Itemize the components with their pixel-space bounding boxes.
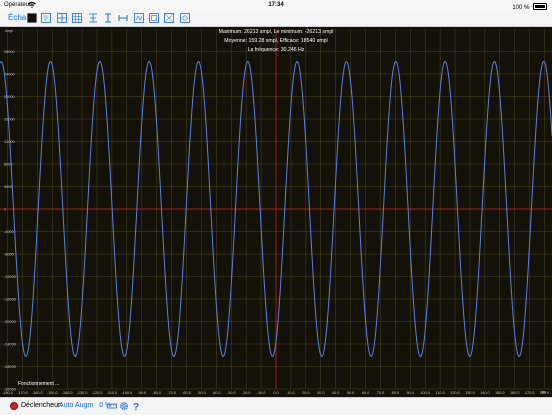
x-tick-label: 120.0 bbox=[450, 391, 460, 395]
x-tick-label: -100.0 bbox=[121, 391, 132, 395]
measure-button[interactable] bbox=[134, 13, 144, 23]
status-text: Fonctionnement ... bbox=[18, 381, 59, 387]
x-tick-label: -20.0 bbox=[242, 391, 251, 395]
grid-button[interactable] bbox=[57, 13, 67, 23]
stats-line-2: Moyenne: 159.28 smpl, Efficace: 18540 sm… bbox=[224, 38, 327, 44]
toolbar: Écha bbox=[0, 10, 552, 27]
y-tick-label: -32000 bbox=[4, 387, 16, 391]
status-bar: Opérateur 17:34 100 % bbox=[0, 0, 552, 11]
battery-icon bbox=[533, 3, 547, 10]
y-unit-label: smpl bbox=[5, 29, 13, 33]
x-tick-label: -40.0 bbox=[212, 391, 221, 395]
x-tick-label: 20.0 bbox=[302, 391, 309, 395]
x-tick-label: -140.0 bbox=[62, 391, 73, 395]
color-swatch-icon bbox=[27, 13, 37, 23]
frame-icon bbox=[149, 13, 159, 23]
crop-icon bbox=[180, 13, 190, 23]
x-tick-label: -30.0 bbox=[227, 391, 236, 395]
x-tick-label: 50.0 bbox=[347, 391, 354, 395]
y-tick-label: -16000 bbox=[4, 297, 16, 301]
x-tick-label: -90.0 bbox=[137, 391, 146, 395]
trigger-label: Déclencheur: bbox=[21, 402, 63, 409]
x-tick-label: 160.0 bbox=[510, 391, 520, 395]
y-tick-label: 28000 bbox=[4, 50, 15, 54]
x-tick-label: -120.0 bbox=[92, 391, 103, 395]
x-tick-label: -50.0 bbox=[197, 391, 206, 395]
x-tick-label: 10.0 bbox=[287, 391, 294, 395]
cursor-vertical-icon bbox=[103, 13, 113, 23]
x-tick-label: -10.0 bbox=[257, 391, 266, 395]
trigger-mode-button[interactable]: Auto Augm 0 % bbox=[59, 402, 111, 409]
box-button[interactable] bbox=[164, 13, 174, 23]
box-icon bbox=[164, 13, 174, 23]
crop-button[interactable] bbox=[180, 13, 190, 23]
x-tick-label: -150.0 bbox=[47, 391, 58, 395]
y-tick-label: -12000 bbox=[4, 275, 16, 279]
y-tick-label: 16000 bbox=[4, 117, 15, 121]
y-tick-label: -20000 bbox=[4, 320, 16, 324]
x-tick-label: 0.0 bbox=[273, 391, 278, 395]
cursor-vertical-button[interactable] bbox=[103, 13, 113, 23]
gear-icon[interactable] bbox=[119, 401, 129, 411]
x-tick-label: 60.0 bbox=[362, 391, 369, 395]
frame-button[interactable] bbox=[149, 13, 159, 23]
grid-large-button[interactable] bbox=[72, 13, 82, 23]
zoom-fit-icon bbox=[41, 13, 51, 23]
record-stop-button[interactable] bbox=[10, 402, 18, 410]
x-unit-label: ms bbox=[541, 390, 546, 394]
stats-line-1: Maximum: 26213 smpl, Le minimum: -26213 … bbox=[219, 29, 334, 35]
x-tick-label: 140.0 bbox=[480, 391, 490, 395]
waveform-chart[interactable]: -180.0 -170.0 -160.0 -150.0 -140.0 -130.0 -120… bbox=[0, 27, 552, 397]
y-tick-label: -4000 bbox=[4, 230, 14, 234]
y-tick-label: 20000 bbox=[4, 95, 15, 99]
help-icon[interactable]: ? bbox=[131, 401, 141, 413]
x-tick-label: -180.0 bbox=[2, 391, 13, 395]
x-tick-label: -80.0 bbox=[152, 391, 161, 395]
ruler-icon[interactable] bbox=[107, 401, 117, 411]
clock: 17:34 bbox=[268, 2, 284, 8]
stats-line-3: La fréquence: 30.246 Hz bbox=[248, 47, 305, 53]
x-tick-label: -110.0 bbox=[107, 391, 117, 395]
x-tick-label: 150.0 bbox=[495, 391, 505, 395]
x-tick-label: 90.0 bbox=[407, 391, 414, 395]
trigger-icon bbox=[88, 13, 98, 23]
x-tick-label: 130.0 bbox=[465, 391, 475, 395]
y-tick-label: -8000 bbox=[4, 252, 14, 256]
bottom-bar: Déclencheur: Auto Augm 0 % ? bbox=[0, 397, 552, 415]
cursor-horizontal-icon bbox=[118, 13, 128, 23]
oscilloscope-display[interactable]: -180.0 -170.0 -160.0 -150.0 -140.0 -130.0 -120… bbox=[0, 27, 552, 397]
x-tick-label: 170.0 bbox=[525, 391, 535, 395]
trigger-button[interactable] bbox=[88, 13, 98, 23]
x-tick-label: -60.0 bbox=[182, 391, 191, 395]
x-tick-label: 30.0 bbox=[317, 391, 324, 395]
x-tick-label: -70.0 bbox=[167, 391, 176, 395]
grid-large-icon bbox=[72, 13, 82, 23]
x-tick-label: 70.0 bbox=[377, 391, 384, 395]
x-tick-label: 110.0 bbox=[435, 391, 444, 395]
x-tick-label: 40.0 bbox=[332, 391, 339, 395]
y-tick-label: -28000 bbox=[4, 365, 16, 369]
x-tick-label: -130.0 bbox=[77, 391, 88, 395]
x-tick-label: -170.0 bbox=[17, 391, 28, 395]
y-tick-label: 4000 bbox=[4, 185, 12, 189]
svg-text:?: ? bbox=[133, 402, 139, 411]
grid-icon bbox=[57, 13, 67, 23]
y-tick-label: -24000 bbox=[4, 342, 16, 346]
x-tick-label: 100.0 bbox=[420, 391, 430, 395]
cursor-horizontal-button[interactable] bbox=[118, 13, 128, 23]
color-swatch-button[interactable] bbox=[27, 13, 37, 23]
x-tick-label: 80.0 bbox=[392, 391, 399, 395]
y-tick-label: 24000 bbox=[4, 72, 15, 76]
scale-button[interactable]: Écha bbox=[8, 13, 26, 22]
trigger-mode-value: Auto Augm bbox=[59, 402, 94, 409]
zoom-fit-button[interactable] bbox=[41, 13, 51, 23]
measure-icon bbox=[134, 13, 144, 23]
x-tick-label: -160.0 bbox=[32, 391, 43, 395]
